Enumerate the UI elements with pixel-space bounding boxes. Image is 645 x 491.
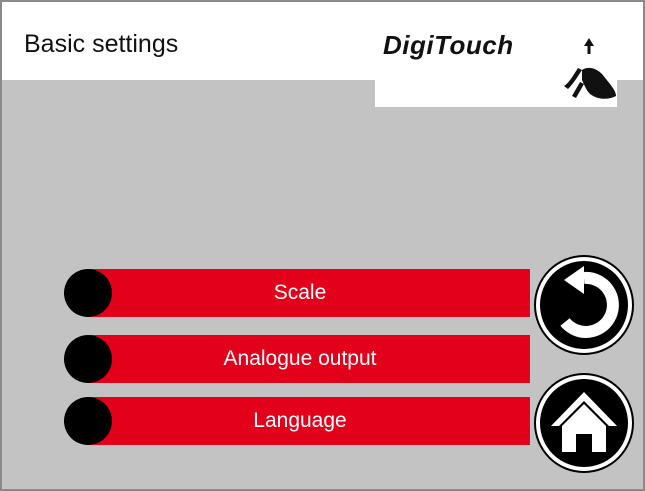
- menu-item-label: Analogue output: [223, 347, 377, 370]
- menu-item-scale[interactable]: Scale: [64, 269, 530, 317]
- page-title: Basic settings: [24, 30, 179, 58]
- menu-item-label: Language: [253, 409, 347, 432]
- menu-item-language[interactable]: Language: [64, 397, 530, 445]
- back-button[interactable]: [531, 252, 637, 358]
- menu-item-label: Scale: [273, 281, 327, 304]
- logo: DigiTouch: [383, 30, 514, 60]
- menu-item-analogue-output[interactable]: Analogue output: [64, 335, 530, 383]
- screen: Basic settings DigiTouch Scale Analogue …: [0, 0, 645, 491]
- back-icon: [534, 255, 634, 355]
- home-icon: [534, 373, 634, 473]
- home-button[interactable]: [531, 370, 637, 476]
- touch-hand-icon: [564, 38, 616, 99]
